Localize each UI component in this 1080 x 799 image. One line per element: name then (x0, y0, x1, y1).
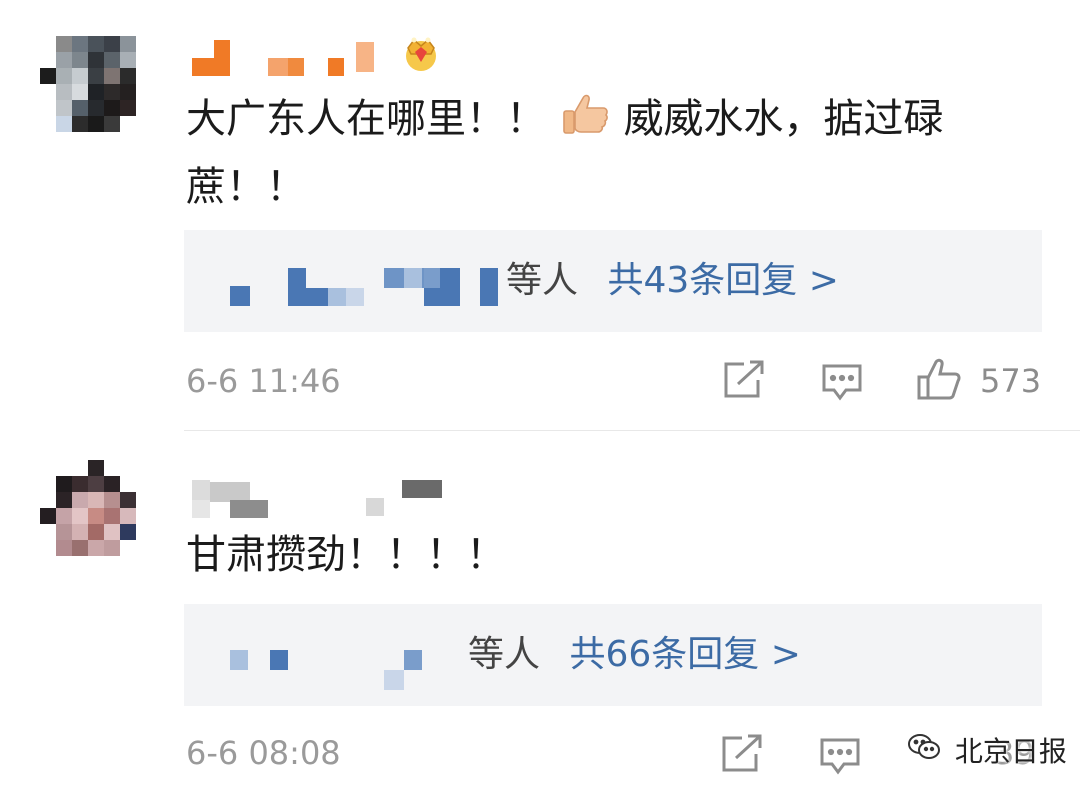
view-replies-link[interactable]: 共43条回复 > (607, 260, 838, 301)
username-redacted[interactable] (186, 30, 456, 78)
comment-text: 大广东人在哪里！！ 威威水水，掂过碌 蔗！！ (186, 88, 1046, 218)
view-replies-link[interactable]: 共66条回复 > (569, 634, 800, 675)
thumbs-up-emoji (559, 90, 611, 156)
timestamp: 6-6 08:08 (186, 734, 341, 772)
comment-text-part1: 大广东人在哪里！！ (186, 96, 546, 142)
avatar[interactable] (40, 36, 152, 148)
comment-text-part1: 甘肃攒劲！！！！ (186, 532, 506, 578)
reply-users-suffix: 等人 (468, 634, 541, 675)
comment-divider (184, 430, 1080, 431)
share-icon[interactable] (720, 734, 764, 778)
comment-meta: 6-6 11:46 573 (186, 356, 1046, 416)
comment-text-part3: 蔗！！ (186, 164, 306, 210)
share-icon[interactable] (722, 360, 766, 404)
like-icon[interactable] (916, 358, 962, 406)
username-redacted[interactable] (186, 470, 456, 518)
reply-summary-box[interactable]: 等人 共66条回复 > (184, 604, 1042, 706)
reply-summary-box[interactable]: 等人 共43条回复 > (184, 230, 1042, 332)
comment-icon[interactable] (818, 736, 862, 780)
vip-crown-icon (400, 32, 442, 76)
watermark: 北京日报 (906, 730, 1067, 776)
reply-users-suffix: 等人 (506, 260, 579, 301)
watermark-text: 北京日报 (954, 735, 1067, 768)
comment-text: 甘肃攒劲！！！！ (186, 524, 1046, 586)
like-count: 573 (980, 362, 1042, 400)
timestamp: 6-6 11:46 (186, 362, 341, 400)
comment-icon[interactable] (820, 362, 864, 406)
wechat-icon (906, 732, 942, 769)
avatar[interactable] (40, 460, 152, 572)
comment-text-part2: 威威水水，掂过碌 (623, 96, 944, 142)
